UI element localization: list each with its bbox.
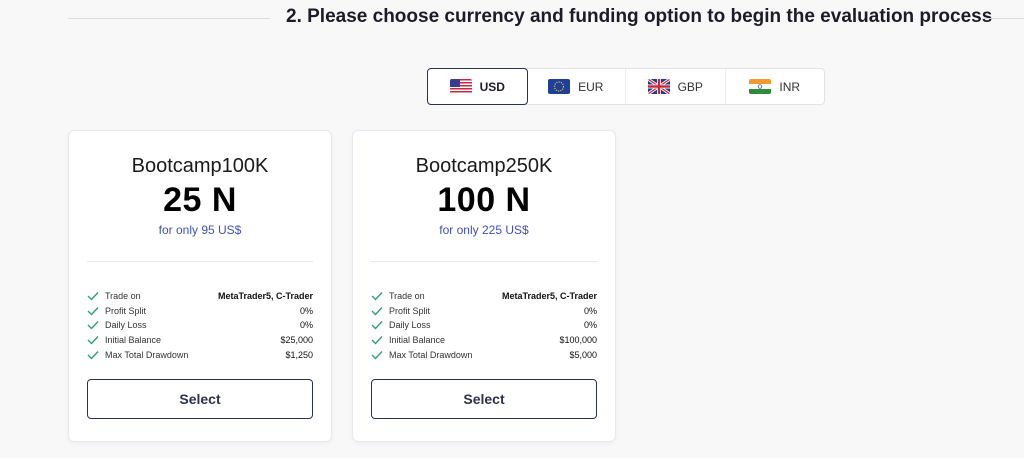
feature-item: Initial Balance $100,000 xyxy=(371,333,597,348)
plan-card-bootcamp100k: Bootcamp100K 25 N for only 95 US$ Trade … xyxy=(68,130,332,442)
feature-label: Daily Loss xyxy=(105,320,147,331)
feature-value: MetaTrader5, C-Trader xyxy=(501,291,597,302)
plan-amount: 25 N xyxy=(163,181,237,219)
step-title: 2. Please choose currency and funding op… xyxy=(286,6,993,27)
plan-name: Bootcamp250K xyxy=(415,155,553,177)
select-button[interactable]: Select xyxy=(87,379,313,419)
currency-label: INR xyxy=(779,79,801,94)
plan-name: Bootcamp100K xyxy=(131,155,269,177)
feature-label: Trade on xyxy=(389,291,425,302)
check-icon xyxy=(87,336,99,345)
feature-label: Initial Balance xyxy=(389,335,446,346)
feature-value: 0% xyxy=(583,320,597,331)
plan-divider xyxy=(87,261,313,262)
feature-label: Profit Split xyxy=(105,305,147,316)
plan-price: for only 95 US$ xyxy=(158,223,242,237)
feature-item: Max Total Drawdown $1,250 xyxy=(87,347,313,362)
feature-list: Trade on MetaTrader5, C-Trader Profit Sp… xyxy=(371,289,597,362)
feature-value: 0% xyxy=(299,305,313,316)
select-button[interactable]: Select xyxy=(371,379,597,419)
feature-label: Daily Loss xyxy=(389,320,431,331)
step-header: 2. Please choose currency and funding op… xyxy=(0,0,1024,40)
plan-card-bootcamp250k: Bootcamp250K 100 N for only 225 US$ Trad… xyxy=(352,130,616,442)
check-icon xyxy=(87,306,99,316)
header-divider-right xyxy=(982,18,1024,19)
check-icon xyxy=(371,350,383,360)
feature-label: Trade on xyxy=(105,291,141,302)
check-icon xyxy=(371,292,383,301)
check-icon xyxy=(371,306,383,316)
feature-item: Initial Balance $25,000 xyxy=(87,333,313,348)
plan-price: for only 225 US$ xyxy=(439,223,529,237)
feature-label: Max Total Drawdown xyxy=(389,349,473,360)
feature-value: $100,000 xyxy=(559,335,597,346)
feature-item: Profit Split 0% xyxy=(87,304,313,319)
feature-value: $25,000 xyxy=(280,335,313,346)
currency-tab-inr[interactable]: INR xyxy=(726,69,825,104)
feature-item: Max Total Drawdown $5,000 xyxy=(371,347,597,362)
plan-amount: 100 N xyxy=(437,181,531,219)
feature-value: MetaTrader5, C-Trader xyxy=(217,291,313,302)
check-icon xyxy=(371,321,383,330)
currency-label: USD xyxy=(479,79,505,94)
feature-value: $5,000 xyxy=(569,349,597,360)
currency-tab-usd[interactable]: USD xyxy=(427,68,528,105)
feature-value: 0% xyxy=(583,305,597,316)
check-icon xyxy=(87,321,99,330)
india-flag-icon xyxy=(749,79,772,94)
feature-item: Daily Loss 0% xyxy=(371,318,597,333)
feature-list: Trade on MetaTrader5, C-Trader Profit Sp… xyxy=(87,289,313,362)
header-divider-left xyxy=(68,18,270,19)
check-icon xyxy=(371,336,383,345)
feature-item: Trade on MetaTrader5, C-Trader xyxy=(87,289,313,304)
feature-item: Daily Loss 0% xyxy=(87,318,313,333)
feature-label: Max Total Drawdown xyxy=(105,349,189,360)
us-flag-icon xyxy=(449,79,472,94)
feature-item: Profit Split 0% xyxy=(371,304,597,319)
feature-label: Initial Balance xyxy=(105,335,162,346)
check-icon xyxy=(87,292,99,301)
currency-tab-gbp[interactable]: GBP xyxy=(626,69,726,104)
feature-value: 0% xyxy=(299,320,313,331)
eu-flag-icon xyxy=(548,79,571,94)
currency-label: EUR xyxy=(578,79,604,94)
currency-tab-eur[interactable]: EUR xyxy=(527,69,626,104)
currency-label: GBP xyxy=(677,79,703,94)
check-icon xyxy=(87,350,99,360)
uk-flag-icon xyxy=(647,79,670,94)
feature-label: Profit Split xyxy=(389,305,431,316)
plan-divider xyxy=(371,261,597,262)
feature-item: Trade on MetaTrader5, C-Trader xyxy=(371,289,597,304)
feature-value: $1,250 xyxy=(285,349,313,360)
currency-switch: USD EUR GBP INR xyxy=(427,68,825,105)
